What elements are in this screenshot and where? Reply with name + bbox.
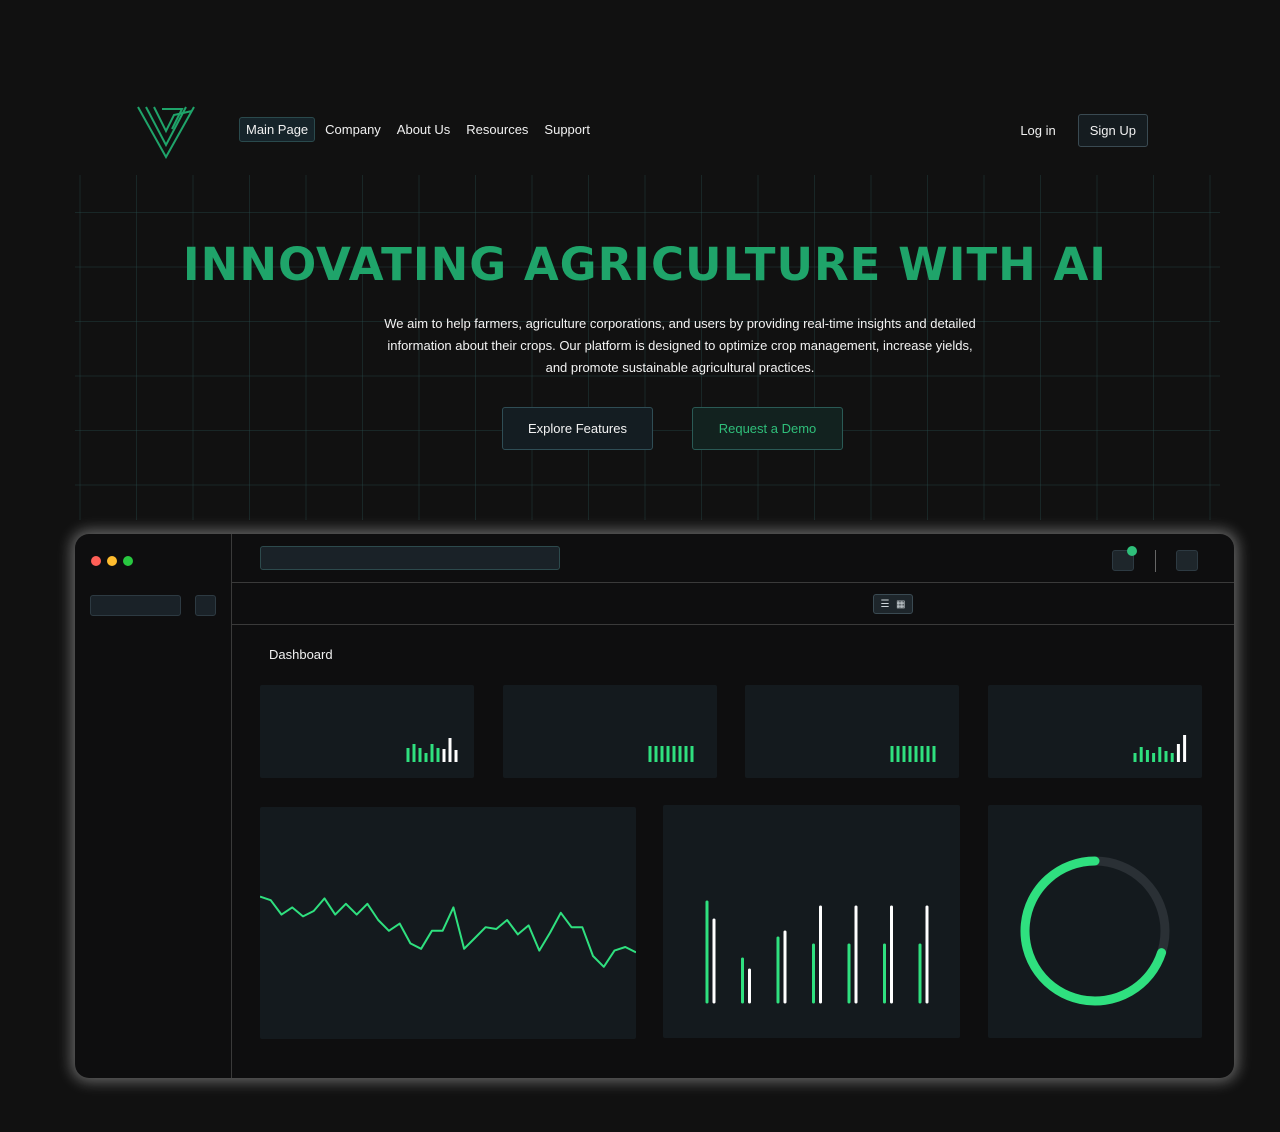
donut-chart-card xyxy=(988,805,1202,1038)
user-icon[interactable] xyxy=(1176,550,1198,571)
sidebar-input[interactable] xyxy=(90,595,181,616)
dashboard-window: ☰ ▦ Dashboard xyxy=(75,534,1234,1078)
stat-chart-4 xyxy=(1133,735,1187,762)
line-chart-card xyxy=(260,807,636,1039)
nav-item-main-page[interactable]: Main Page xyxy=(239,117,316,142)
stat-chart-2 xyxy=(648,746,694,762)
list-icon[interactable]: ☰ xyxy=(881,599,890,610)
grid-icon[interactable]: ▦ xyxy=(896,599,905,610)
topbar xyxy=(232,534,1234,583)
search-input[interactable] xyxy=(260,546,560,570)
nav-item-resources[interactable]: Resources xyxy=(460,118,534,141)
explore-features-button[interactable]: Explore Features xyxy=(502,407,653,450)
window-controls xyxy=(91,556,133,566)
nav-item-company[interactable]: Company xyxy=(319,118,387,141)
donut-chart xyxy=(1020,856,1170,1006)
sidebar-button[interactable] xyxy=(195,595,216,616)
request-demo-button[interactable]: Request a Demo xyxy=(692,407,843,450)
sidebar xyxy=(75,534,232,1078)
toolbar: ☰ ▦ xyxy=(232,583,1234,625)
minimize-dot[interactable] xyxy=(107,556,117,566)
stat-chart-3 xyxy=(890,746,936,762)
login-link[interactable]: Log in xyxy=(1020,123,1055,138)
topbar-divider xyxy=(1155,550,1156,572)
view-toggle[interactable]: ☰ ▦ xyxy=(873,594,913,614)
stat-chart-1 xyxy=(406,738,458,762)
main-nav: Main Page Company About Us Resources Support xyxy=(239,117,600,142)
hero-description: We aim to help farmers, agriculture corp… xyxy=(384,316,976,375)
notification-badge xyxy=(1127,546,1137,556)
maximize-dot[interactable] xyxy=(123,556,133,566)
line-series xyxy=(260,895,636,968)
nav-item-support[interactable]: Support xyxy=(538,118,596,141)
stat-card-4 xyxy=(988,685,1202,778)
stat-card-1 xyxy=(260,685,474,778)
logo-icon xyxy=(137,106,195,159)
bar-chart xyxy=(705,900,929,1004)
stat-card-2 xyxy=(503,685,717,778)
hero-title: INNOVATING AGRICULTURE WITH AI xyxy=(182,238,1108,291)
nav-item-about-us[interactable]: About Us xyxy=(391,118,456,141)
line-chart xyxy=(260,895,636,968)
stat-card-3 xyxy=(745,685,959,778)
auth-area: Log in Sign Up xyxy=(1020,114,1148,147)
dashboard-title: Dashboard xyxy=(269,647,333,662)
close-dot[interactable] xyxy=(91,556,101,566)
bar-chart-card xyxy=(663,805,960,1038)
signup-button[interactable]: Sign Up xyxy=(1077,114,1148,147)
